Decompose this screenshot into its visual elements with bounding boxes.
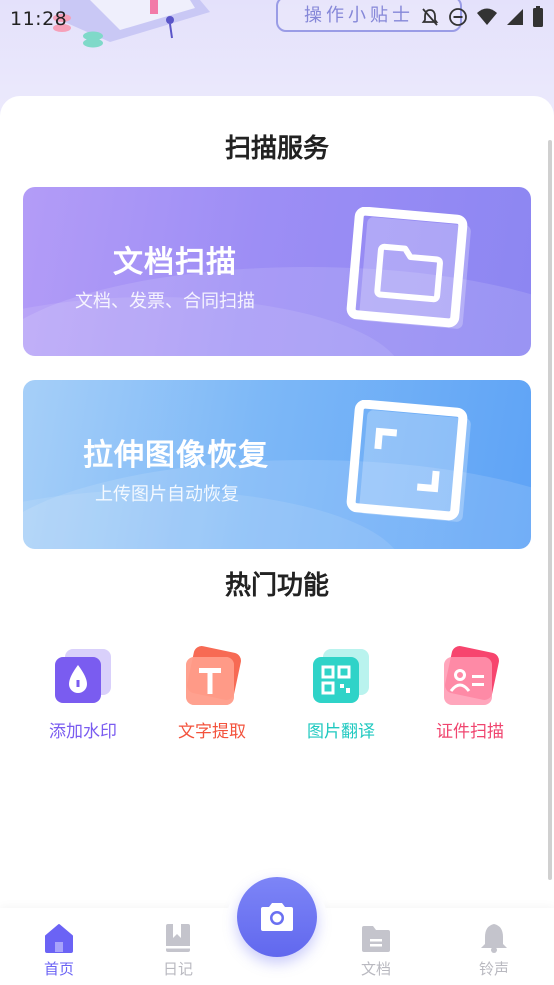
wifi-icon	[477, 8, 497, 25]
notifications-off-icon	[421, 8, 439, 26]
feature-text-extract[interactable]: 文字提取	[157, 645, 267, 742]
stretch-restore-banner[interactable]: 拉伸图像恢复 上传图片自动恢复	[23, 380, 531, 549]
qr-code-icon	[313, 649, 369, 703]
id-card-icon	[444, 646, 499, 705]
banner-title: 文档扫描	[113, 245, 237, 280]
nav-home[interactable]: 首页	[29, 922, 89, 979]
banner-title: 拉伸图像恢复	[83, 438, 269, 473]
feature-add-watermark[interactable]: 添加水印	[28, 645, 138, 742]
section-title-scan: 扫描服务	[224, 134, 329, 164]
scrollbar[interactable]	[548, 140, 552, 880]
watermark-drop-icon	[55, 649, 111, 703]
folder-doc-icon	[362, 926, 390, 952]
status-bar: 11:28 操作小贴士	[0, 0, 554, 36]
feature-image-translate[interactable]: 图片翻译	[286, 645, 396, 742]
feature-label: 图片翻译	[307, 722, 375, 742]
nav-label: 铃声	[478, 960, 509, 978]
nav-diary[interactable]: 日记	[148, 922, 208, 979]
section-title-hot: 热门功能	[224, 571, 329, 601]
folder-icon	[346, 207, 471, 329]
camera-button[interactable]	[237, 877, 317, 957]
banner-subtitle: 上传图片自动恢复	[95, 484, 239, 505]
signal-icon	[507, 9, 523, 25]
feature-label: 文字提取	[178, 722, 246, 742]
camera-icon	[261, 903, 293, 931]
nav-label: 日记	[162, 960, 193, 978]
bell-icon	[481, 924, 507, 953]
feature-label: 添加水印	[49, 722, 117, 742]
battery-icon	[533, 6, 543, 27]
feature-label: 证件扫描	[436, 722, 504, 742]
book-icon	[166, 924, 190, 952]
banner-subtitle: 文档、发票、合同扫描	[75, 291, 255, 312]
nav-docs[interactable]: 文档	[346, 922, 406, 979]
do-not-disturb-icon	[449, 8, 467, 26]
nav-ringtone[interactable]: 铃声	[464, 922, 524, 979]
nav-label: 首页	[43, 960, 74, 978]
text-t-icon	[186, 646, 241, 705]
doc-scan-banner[interactable]: 文档扫描 文档、发票、合同扫描	[23, 187, 531, 356]
crop-frame-icon	[346, 400, 471, 522]
feature-id-scan[interactable]: 证件扫描	[415, 645, 525, 742]
home-icon	[45, 924, 73, 953]
status-icons	[420, 6, 544, 28]
status-time: 11:28	[10, 8, 68, 30]
nav-label: 文档	[360, 960, 391, 978]
